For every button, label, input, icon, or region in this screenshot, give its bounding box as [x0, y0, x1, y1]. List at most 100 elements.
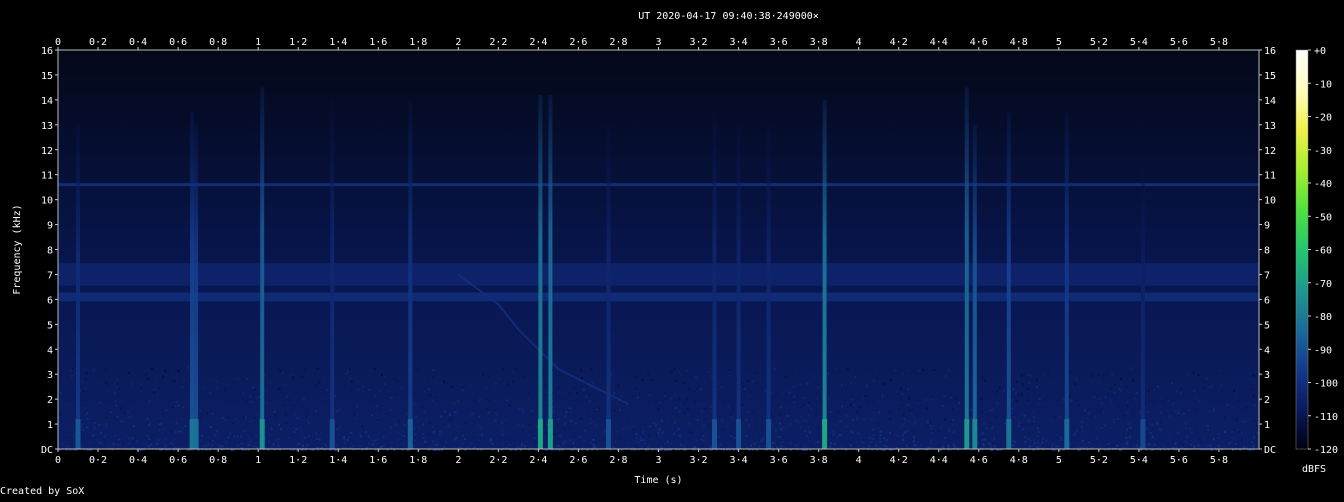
x-tick-label-bottom: 1·6: [369, 455, 387, 466]
x-tick-label-bottom: 3·8: [810, 455, 828, 466]
impulse-9: [712, 112, 717, 449]
y-tick-label-right: 15: [1264, 71, 1276, 82]
y-tick-label-right: 10: [1264, 196, 1276, 207]
impulse-10: [736, 124, 742, 449]
x-tick-label-top: 4·8: [1010, 37, 1028, 48]
y-tick-label-right: 5: [1264, 320, 1270, 331]
impulse-4: [329, 99, 335, 449]
y-tick-label-left: 5: [47, 320, 53, 331]
colorbar-tick-label: -100: [1314, 379, 1338, 390]
x-tick-label-top: 5·8: [1210, 37, 1228, 48]
colorbar-tick-label: +0: [1314, 46, 1326, 57]
x-tick-label-top: 4·4: [930, 37, 948, 48]
x-tick-label-top: 3: [655, 37, 661, 48]
y-tick-label-left: 12: [41, 146, 53, 157]
x-tick-label-bottom: 4·6: [970, 455, 988, 466]
colorbar-tick-label: -10: [1314, 79, 1332, 90]
y-tick-label-left: 3: [47, 370, 53, 381]
impulse-3: [259, 87, 265, 449]
y-tick-label-right: 1: [1264, 420, 1270, 431]
y-tick-label-right: 6: [1264, 295, 1270, 306]
x-tick-label-top: 4: [856, 37, 862, 48]
x-tick-label-bottom: 4·8: [1010, 455, 1028, 466]
x-tick-label-bottom: 2·2: [489, 455, 507, 466]
colorbar-tick-label: -110: [1314, 412, 1338, 423]
y-tick-label-right: 12: [1264, 146, 1276, 157]
credit-text: Created by SoX: [0, 486, 84, 497]
impulse-6: [537, 94, 543, 449]
y-tick-label-left: 8: [47, 246, 53, 257]
x-tick-label-bottom: 5·6: [1170, 455, 1188, 466]
x-tick-label-top: 1: [255, 37, 261, 48]
x-tick-label-bottom: 2·6: [569, 455, 587, 466]
y-tick-label-right: 7: [1264, 270, 1270, 281]
colorbar-tick-label: -40: [1314, 179, 1332, 190]
y-tick-label-right: 11: [1264, 171, 1276, 182]
y-tick-label-right: 4: [1264, 345, 1270, 356]
x-tick-label-bottom: 0: [55, 455, 61, 466]
x-tick-label-bottom: 4·2: [890, 455, 908, 466]
x-tick-label-top: 1·2: [289, 37, 307, 48]
x-tick-label-top: 1·6: [369, 37, 387, 48]
x-tick-label-bottom: 5: [1056, 455, 1062, 466]
impulse-16: [1064, 112, 1070, 449]
x-tick-label-top: 5·4: [1130, 37, 1148, 48]
impulse-14: [972, 124, 978, 449]
impulse-11: [766, 124, 772, 449]
x-tick-label-top: 5·6: [1170, 37, 1188, 48]
x-tick-label-bottom: 0·8: [209, 455, 227, 466]
y-tick-label-left: DC: [41, 445, 53, 456]
x-axis-label: Time (s): [634, 475, 682, 486]
x-tick-label-bottom: 0·6: [169, 455, 187, 466]
colorbar-tick-label: -20: [1314, 113, 1332, 124]
x-tick-label-bottom: 3: [655, 455, 661, 466]
x-tick-label-top: 0·8: [209, 37, 227, 48]
x-tick-label-top: 3·2: [690, 37, 708, 48]
y-tick-label-right: 14: [1264, 96, 1276, 107]
x-tick-label-top: 1·4: [329, 37, 347, 48]
x-tick-label-bottom: 4: [856, 455, 862, 466]
y-tick-label-left: 7: [47, 270, 53, 281]
colorbar-tick-label: -50: [1314, 212, 1332, 223]
impulse-1: [189, 112, 195, 449]
impulse-0: [75, 124, 81, 449]
y-tick-label-left: 6: [47, 295, 53, 306]
y-axis-label: Frequency (kHz): [12, 204, 23, 294]
y-tick-label-left: 1: [47, 420, 53, 431]
y-tick-label-left: 10: [41, 196, 53, 207]
colorbar-tick-label: -70: [1314, 279, 1332, 290]
y-tick-label-left: 2: [47, 395, 53, 406]
colorbar-label: dBFS: [1302, 464, 1326, 475]
impulse-7: [547, 94, 553, 449]
colorbar-tick-label: -120: [1314, 445, 1338, 456]
x-tick-label-top: 3·6: [770, 37, 788, 48]
x-tick-label-top: 2: [455, 37, 461, 48]
horizontal-line-1: [58, 292, 1259, 302]
x-tick-label-top: 0·2: [89, 37, 107, 48]
x-tick-label-bottom: 0·2: [89, 455, 107, 466]
y-tick-label-right: 3: [1264, 370, 1270, 381]
x-tick-label-top: 2·8: [609, 37, 627, 48]
y-tick-label-left: 16: [41, 46, 53, 57]
x-tick-label-bottom: 2·4: [529, 455, 547, 466]
x-tick-label-bottom: 4·4: [930, 455, 948, 466]
impulse-2: [193, 124, 199, 449]
y-tick-label-right: 9: [1264, 221, 1270, 232]
x-tick-label-top: 5: [1056, 37, 1062, 48]
plot-background: [58, 50, 1259, 449]
x-tick-label-top: 4·6: [970, 37, 988, 48]
x-tick-label-top: 4·2: [890, 37, 908, 48]
colorbar: [1295, 49, 1309, 450]
x-tick-label-top: 0·4: [129, 37, 147, 48]
y-tick-label-left: 4: [47, 345, 53, 356]
x-tick-label-top: 0: [55, 37, 61, 48]
x-tick-label-bottom: 5·2: [1090, 455, 1108, 466]
x-tick-label-bottom: 1: [255, 455, 261, 466]
x-tick-label-top: 2·6: [569, 37, 587, 48]
y-tick-label-right: 2: [1264, 395, 1270, 406]
colorbar-tick-label: -90: [1314, 345, 1332, 356]
impulse-17: [1140, 149, 1146, 449]
x-tick-label-top: 2·2: [489, 37, 507, 48]
x-tick-label-top: 0·6: [169, 37, 187, 48]
horizontal-line-2: [58, 263, 1259, 286]
